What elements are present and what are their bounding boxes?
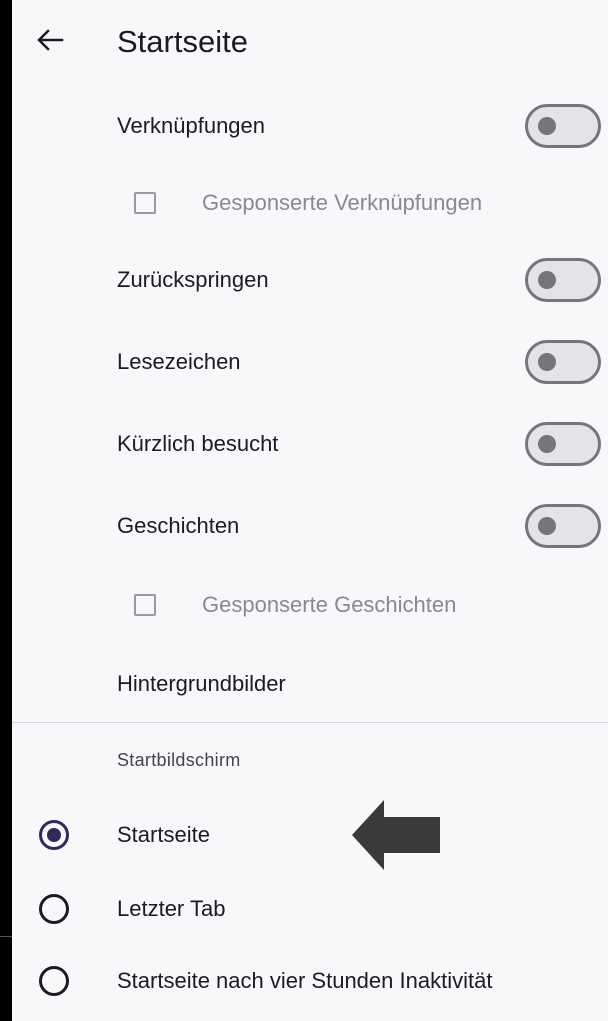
setting-row-bookmarks[interactable]: Lesezeichen [12,336,608,388]
toggle-knob [538,435,556,453]
setting-label: Kürzlich besucht [117,431,279,456]
radio-button[interactable] [39,894,69,924]
back-button[interactable] [34,24,66,56]
radio-label: Startseite nach vier Stunden Inaktivität [117,968,493,993]
radio-option-last-tab[interactable]: Letzter Tab [12,884,608,934]
toggle-knob [538,517,556,535]
setting-label: Gesponserte Verknüpfungen [202,190,483,215]
settings-screen: Startseite Verknüpfungen Gesponserte Ver… [12,0,608,1021]
toggle-knob [538,271,556,289]
recently-visited-toggle[interactable] [525,422,601,466]
edge-divider [0,936,12,937]
toggle-knob [538,353,556,371]
setting-label: Verknüpfungen [117,113,266,138]
sponsored-stories-checkbox[interactable] [134,594,156,616]
page-title: Startseite [117,24,248,59]
annotation-arrow-icon [352,800,440,870]
setting-row-wallpapers[interactable]: Hintergrundbilder [12,658,608,710]
jump-back-toggle[interactable] [525,258,601,302]
setting-row-shortcuts[interactable]: Verknüpfungen [12,100,608,152]
setting-label: Lesezeichen [117,349,241,374]
setting-label: Hintergrundbilder [117,671,286,696]
setting-label: Geschichten [117,513,240,538]
radio-button[interactable] [39,966,69,996]
setting-row-jump-back[interactable]: Zurückspringen [12,254,608,306]
top-app-bar: Startseite [12,0,608,84]
bookmarks-toggle[interactable] [525,340,601,384]
radio-button-selected[interactable] [39,820,69,850]
section-header: Startbildschirm [117,750,241,770]
stories-toggle[interactable] [525,504,601,548]
radio-label: Letzter Tab [117,896,226,921]
setting-row-sponsored-stories[interactable]: Gesponserte Geschichten [12,582,608,628]
radio-dot [47,828,61,842]
setting-row-sponsored-shortcuts[interactable]: Gesponserte Verknüpfungen [12,180,608,226]
setting-row-stories[interactable]: Geschichten [12,500,608,552]
toggle-knob [538,117,556,135]
setting-label: Gesponserte Geschichten [202,592,457,617]
section-divider [12,722,608,723]
setting-row-recently-visited[interactable]: Kürzlich besucht [12,418,608,470]
sponsored-shortcuts-checkbox[interactable] [134,192,156,214]
shortcuts-toggle[interactable] [525,104,601,148]
radio-option-after-inactivity[interactable]: Startseite nach vier Stunden Inaktivität [12,956,608,1006]
setting-label: Zurückspringen [117,267,269,292]
radio-option-homepage[interactable]: Startseite [12,810,608,860]
radio-label: Startseite [117,822,210,847]
arrow-left-icon [37,29,64,51]
